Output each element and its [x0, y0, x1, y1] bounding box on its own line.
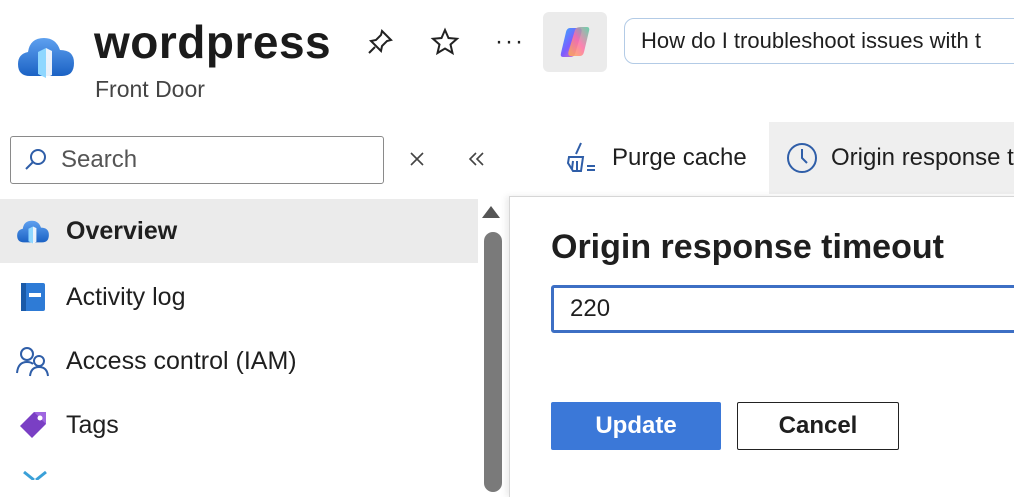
- more-options-icon[interactable]: ···: [490, 22, 530, 62]
- people-icon: [16, 344, 50, 378]
- sidebar-item-label: Access control (IAM): [66, 346, 297, 375]
- front-door-logo-icon: [18, 38, 74, 78]
- resource-title: wordpress: [94, 16, 332, 68]
- sidebar-scrollbar-thumb[interactable]: [484, 232, 502, 492]
- sidebar-item-activity-log[interactable]: Activity log: [0, 265, 478, 329]
- front-door-icon: [16, 214, 50, 248]
- clear-search-icon[interactable]: [402, 144, 432, 174]
- sidebar-search-input[interactable]: [59, 137, 373, 183]
- sidebar-item-label: Tags: [66, 410, 119, 439]
- diagnose-icon: [23, 470, 47, 480]
- pin-icon[interactable]: [360, 22, 400, 62]
- copilot-button[interactable]: [543, 12, 607, 72]
- sidebar-item-access-control[interactable]: Access control (IAM): [0, 329, 478, 393]
- collapse-sidebar-icon[interactable]: [462, 144, 492, 174]
- update-button[interactable]: Update: [551, 402, 721, 450]
- sidebar-item-tags[interactable]: Tags: [0, 393, 478, 457]
- tag-icon: [16, 408, 50, 442]
- origin-response-timeout-label: Origin response timeout: [831, 144, 1014, 171]
- origin-response-timeout-button[interactable]: Origin response timeout: [769, 122, 1014, 194]
- cancel-button[interactable]: Cancel: [737, 402, 899, 450]
- resource-type-subtitle: Front Door: [95, 76, 205, 102]
- flyout-title: Origin response timeout: [551, 228, 944, 266]
- sidebar-search-box: [10, 136, 384, 184]
- sidebar-item-label: Activity log: [66, 282, 186, 311]
- broom-icon: [564, 140, 600, 176]
- timeout-value-input[interactable]: 220: [551, 285, 1014, 333]
- sidebar-item-overview[interactable]: Overview: [0, 199, 478, 263]
- scroll-up-arrow[interactable]: [482, 206, 500, 218]
- purge-cache-button[interactable]: Purge cache: [548, 122, 768, 194]
- copilot-prompt-suggestion[interactable]: How do I troubleshoot issues with t: [624, 18, 1014, 64]
- purge-cache-label: Purge cache: [612, 144, 747, 171]
- favorite-star-icon[interactable]: [425, 22, 465, 62]
- activity-log-icon: [16, 280, 50, 314]
- search-icon: [25, 149, 46, 170]
- copilot-icon: [560, 27, 590, 57]
- clock-icon: [785, 140, 819, 176]
- sidebar-item-label: Overview: [66, 216, 178, 245]
